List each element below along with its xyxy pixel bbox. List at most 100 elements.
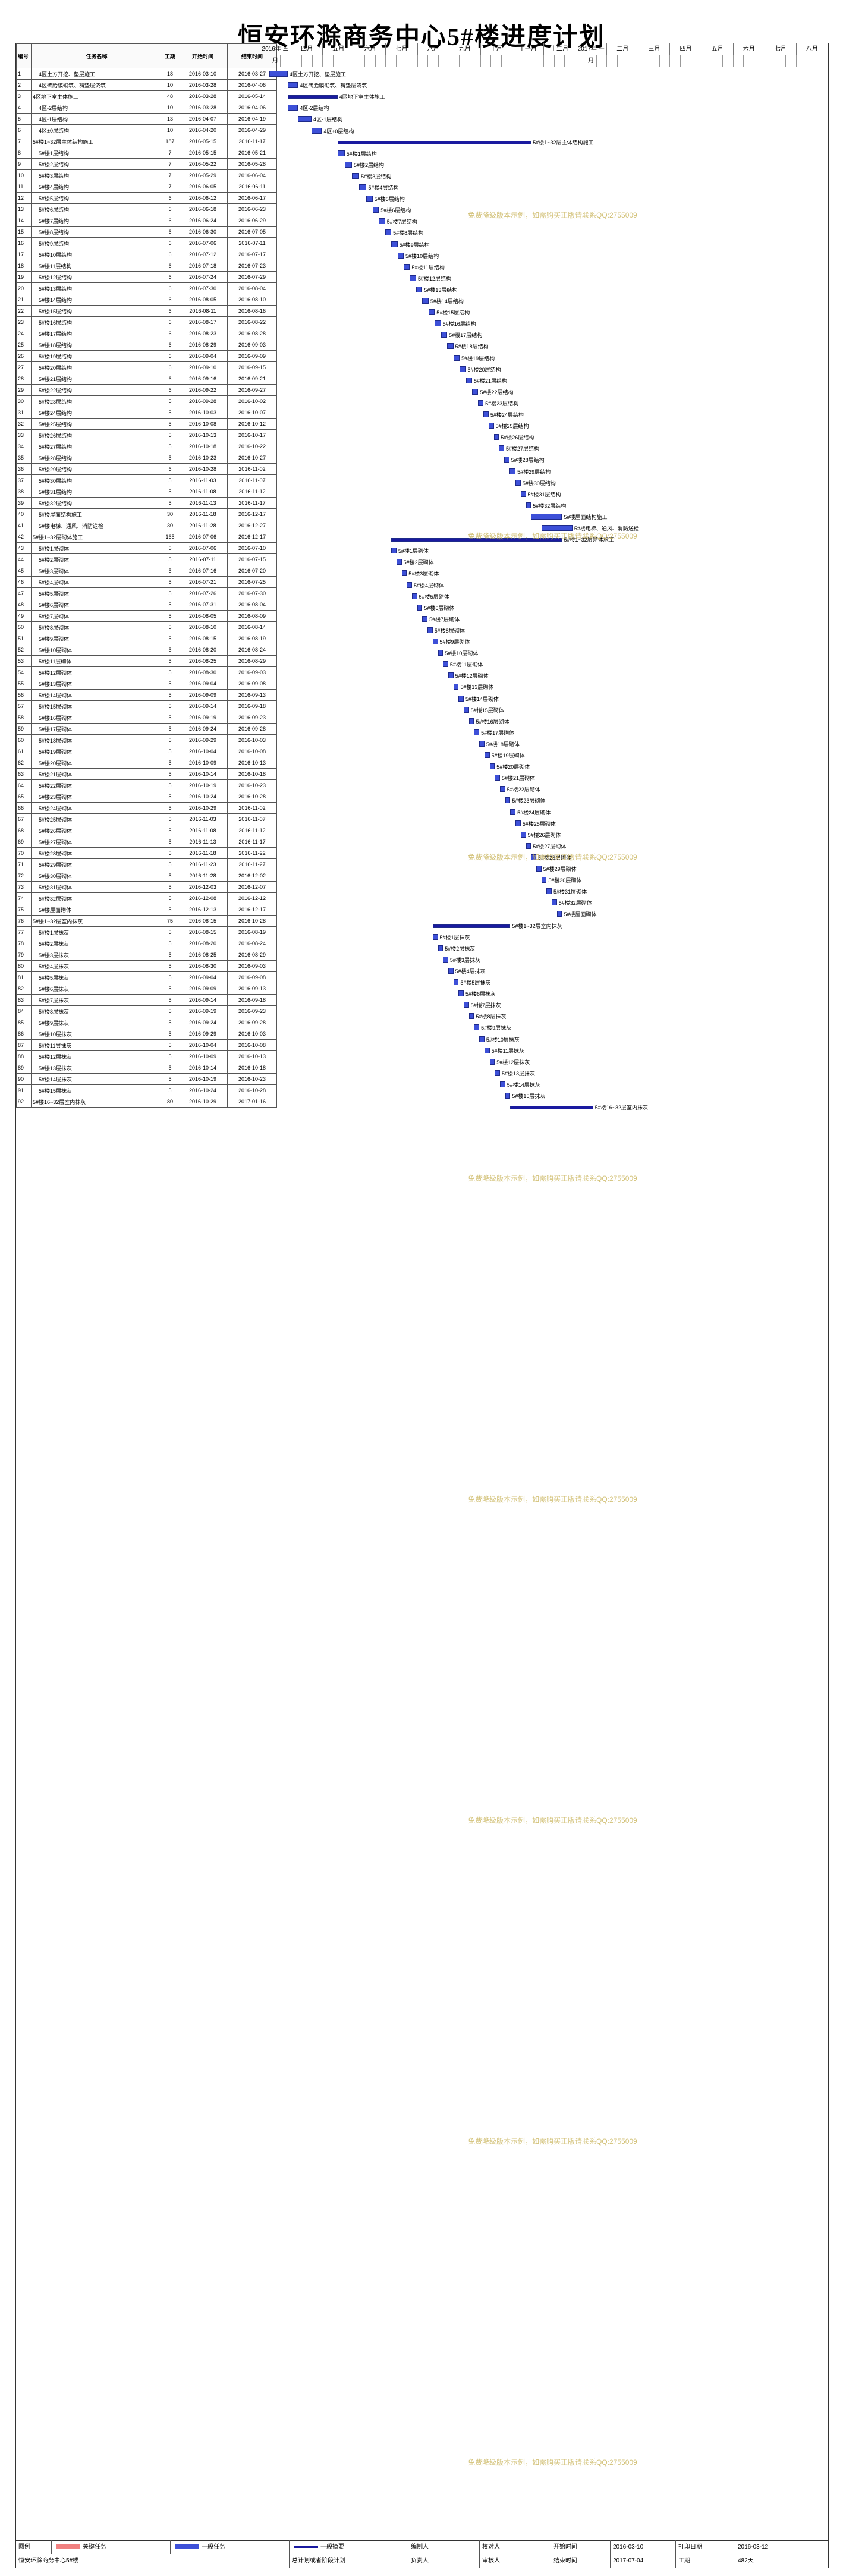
- timeline-tick: [670, 55, 681, 67]
- task-name: 5#楼4层抹灰: [31, 960, 162, 972]
- task-name: 5#楼11层砌体: [31, 655, 162, 667]
- table-row: 63 5#楼21层砌体 5 2016-10-14 2016-10-18: [16, 768, 277, 780]
- gantt-bar-label: 5#楼16~32层室内抹灰: [594, 1105, 648, 1111]
- task-id: 48: [16, 599, 32, 611]
- task-duration: 5: [162, 813, 178, 825]
- timeline-month: 八月: [796, 43, 828, 55]
- gantt-bar-label: 5#楼屋面结构施工: [564, 514, 608, 520]
- normal-task-label: 一般任务: [202, 2544, 225, 2550]
- task-id: 78: [16, 938, 32, 949]
- task-duration: 6: [162, 260, 178, 272]
- table-row: 53 5#楼11层砌体 5 2016-08-25 2016-08-29: [16, 655, 277, 667]
- task-duration: 5: [162, 497, 178, 509]
- gantt-task-bar: [351, 172, 360, 179]
- task-start: 2016-07-06: [178, 531, 228, 543]
- task-name: 5#楼8层结构: [31, 226, 162, 238]
- table-row: 71 5#楼29层砌体 5 2016-11-23 2016-11-27: [16, 858, 277, 870]
- task-name: 5#楼31层砌体: [31, 881, 162, 893]
- gantt-task-bar: [453, 979, 459, 985]
- timeline-tick: [575, 55, 586, 67]
- task-id: 92: [16, 1096, 32, 1108]
- task-duration: 5: [162, 407, 178, 419]
- task-duration: 5: [162, 486, 178, 498]
- auditor-label: 审核人: [480, 2554, 551, 2568]
- table-row: 79 5#楼3层抹灰 5 2016-08-25 2016-08-29: [16, 949, 277, 961]
- task-name: 4区地下室主体施工: [31, 90, 162, 102]
- task-duration: 80: [162, 1096, 178, 1108]
- gantt-task-bar: [372, 207, 379, 213]
- gantt-task-bar: [404, 263, 410, 270]
- task-start: 2016-08-05: [178, 610, 228, 622]
- task-duration: 48: [162, 90, 178, 102]
- task-id: 39: [16, 497, 32, 509]
- task-start: 2016-10-24: [178, 791, 228, 803]
- task-id: 60: [16, 734, 32, 746]
- task-id: 20: [16, 282, 32, 294]
- task-start: 2016-09-10: [178, 361, 228, 373]
- gantt-bar-label: 4区地下室主体施工: [339, 94, 385, 100]
- task-id: 88: [16, 1050, 32, 1062]
- task-start: 2016-09-09: [178, 689, 228, 701]
- table-row: 72 5#楼30层砌体 5 2016-11-28 2016-12-02: [16, 870, 277, 882]
- task-id: 86: [16, 1028, 32, 1040]
- gantt-bar-label: 5#楼4层结构: [368, 185, 399, 191]
- table-row: 85 5#楼9层抹灰 5 2016-09-24 2016-09-28: [16, 1017, 277, 1028]
- gantt-chart: 2016年 三月 四月 五月 六月 七月 八月 九月 十月 十一月 十二月 2017年 一月 二月 三月…: [260, 43, 828, 2540]
- table-row: 39 5#楼32层结构 5 2016-11-13 2016-11-17: [16, 497, 277, 509]
- gantt-bar-label: 5#楼9层结构: [399, 241, 430, 248]
- task-duration: 6: [162, 350, 178, 362]
- table-row: 60 5#楼18层砌体 5 2016-09-29 2016-10-03: [16, 734, 277, 746]
- task-start: 2016-08-15: [178, 915, 228, 927]
- task-start: 2016-07-11: [178, 553, 228, 565]
- task-start: 2016-11-13: [178, 836, 228, 848]
- gantt-task-bar: [458, 695, 464, 702]
- task-start: 2016-07-26: [178, 587, 228, 599]
- task-start: 2016-08-11: [178, 305, 228, 317]
- table-row: 28 5#楼21层结构 6 2016-09-16 2016-09-21: [16, 373, 277, 385]
- gantt-task-bar: [385, 229, 392, 236]
- gantt-bar-label: 5#楼27层砌体: [533, 843, 567, 850]
- task-duration: 5: [162, 395, 178, 407]
- task-name: 5#楼20层结构: [31, 361, 162, 373]
- task-id: 9: [16, 158, 32, 170]
- task-duration: 5: [162, 621, 178, 633]
- task-name: 5#楼19层砌体: [31, 746, 162, 757]
- task-id: 56: [16, 689, 32, 701]
- task-start: 2016-06-18: [178, 203, 228, 215]
- task-start: 2016-04-07: [178, 113, 228, 125]
- task-duration: 5: [162, 712, 178, 724]
- timeline-tick: [796, 55, 807, 67]
- task-duration: 5: [162, 666, 178, 678]
- table-row: 91 5#楼15层抹灰 5 2016-10-24 2016-10-28: [16, 1084, 277, 1096]
- task-id: 16: [16, 237, 32, 249]
- task-id: 33: [16, 429, 32, 441]
- task-id: 68: [16, 825, 32, 836]
- task-duration: 5: [162, 825, 178, 836]
- task-name: 4区土方开挖、垫层施工: [31, 68, 162, 80]
- gantt-task-bar: [526, 842, 531, 849]
- task-start: 2016-08-25: [178, 949, 228, 961]
- gantt-task-bar: [453, 354, 460, 361]
- gantt-bar-label: 5#楼19层砌体: [491, 753, 525, 759]
- gantt-bar-label: 5#楼29层砌体: [543, 866, 577, 872]
- gantt-bar-label: 5#楼6层砌体: [424, 605, 455, 611]
- task-id: 19: [16, 271, 32, 283]
- gantt-task-bar: [447, 343, 454, 350]
- table-row: 3 4区地下室主体施工 48 2016-03-28 2016-05-14: [16, 90, 277, 102]
- gantt-bar-label: 5#楼23层结构: [485, 400, 519, 407]
- header-start: 开始时间: [178, 43, 228, 68]
- task-name: 5#楼5层砌体: [31, 587, 162, 599]
- timeline-tick: [523, 55, 534, 67]
- task-name: 5#楼10层结构: [31, 249, 162, 260]
- task-id: 76: [16, 915, 32, 927]
- task-name: 5#楼1~32层室内抹灰: [31, 915, 162, 927]
- task-id: 22: [16, 305, 32, 317]
- task-id: 50: [16, 621, 32, 633]
- task-id: 72: [16, 870, 32, 882]
- gantt-task-bar: [526, 502, 531, 508]
- task-duration: 5: [162, 553, 178, 565]
- timeline-tick: [807, 55, 818, 67]
- timeline-tick: [491, 55, 502, 67]
- task-duration: 5: [162, 791, 178, 803]
- task-id: 21: [16, 294, 32, 306]
